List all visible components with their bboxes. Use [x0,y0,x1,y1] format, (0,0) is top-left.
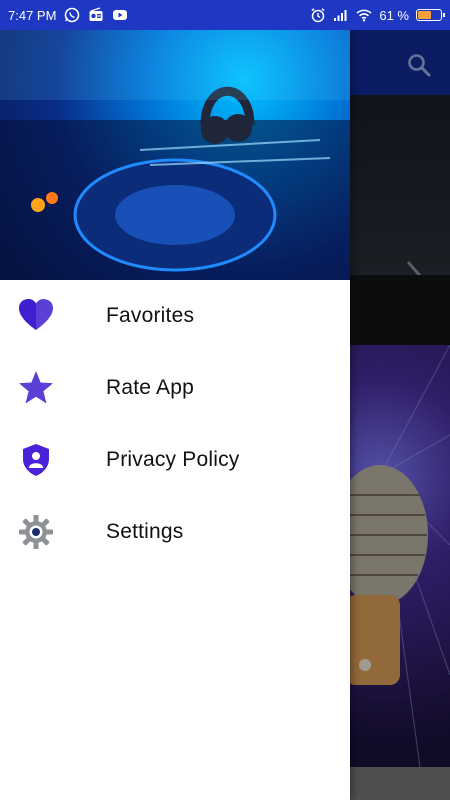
star-icon [19,371,53,404]
navigation-drawer: Favorites Rate App Privacy Policy Settin… [0,30,350,800]
gear-icon [19,515,53,549]
menu-item-settings[interactable]: Settings [0,496,350,568]
wifi-icon [356,9,372,22]
battery-level-fill [418,11,431,19]
status-time: 7:47 PM [8,7,57,23]
status-bar: 7:47 PM 61 % [0,0,450,30]
signal-icon [334,10,347,21]
drawer-header-image [0,30,350,280]
radio-icon [89,7,103,21]
alarm-icon [311,8,325,23]
menu-item-label: Favorites [106,304,195,327]
whatsapp-icon [65,7,80,23]
menu-item-label: Rate App [106,376,194,399]
menu-item-privacy-policy[interactable]: Privacy Policy [0,424,350,496]
menu-item-label: Settings [106,520,184,543]
battery-icon [416,9,445,21]
youtube-icon [113,10,128,20]
battery-percent: 61 % [379,7,409,23]
heart-icon [19,299,53,330]
dj-mixer-artwork [0,30,350,280]
shield-user-icon [23,444,49,476]
menu-item-rate-app[interactable]: Rate App [0,352,350,424]
menu-item-label: Privacy Policy [106,448,240,471]
menu-item-favorites[interactable]: Favorites [0,280,350,352]
